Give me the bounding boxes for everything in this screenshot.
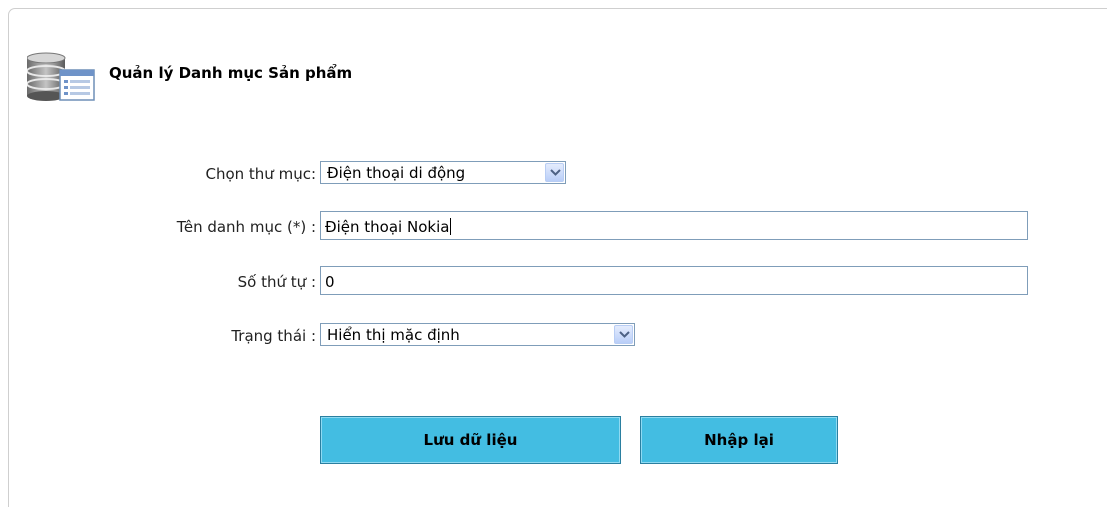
reset-button[interactable]: Nhập lại (640, 416, 838, 464)
category-name-input[interactable]: Điện thoại Nokia (320, 211, 1028, 240)
folder-select-value: Điện thoại di động (327, 164, 466, 182)
status-select-value: Hiển thị mặc định (327, 326, 460, 344)
category-name-row: Tên danh mục (*) : Điện thoại Nokia (0, 208, 1107, 240)
chevron-down-icon[interactable] (545, 163, 564, 182)
status-select[interactable]: Hiển thị mặc định (320, 323, 635, 346)
order-label: Số thứ tự : (237, 273, 316, 291)
folder-row: Chọn thư mục: Điện thoại di động (0, 158, 1107, 188)
text-caret (450, 218, 452, 235)
folder-label: Chọn thư mục: (205, 165, 316, 183)
folder-select[interactable]: Điện thoại di động (320, 161, 566, 184)
order-value: 0 (325, 273, 335, 291)
page-title: Quản lý Danh mục Sản phẩm (109, 64, 353, 82)
database-list-icon (27, 52, 95, 101)
save-button[interactable]: Lưu dữ liệu (320, 416, 621, 464)
chevron-down-icon[interactable] (614, 325, 633, 344)
status-label: Trạng thái : (231, 327, 316, 345)
page-header: Quản lý Danh mục Sản phẩm (27, 52, 527, 104)
category-name-label: Tên danh mục (*) : (176, 218, 316, 236)
order-row: Số thứ tự : 0 (0, 263, 1107, 295)
order-input[interactable]: 0 (320, 266, 1028, 295)
status-row: Trạng thái : Hiển thị mặc định (0, 320, 1107, 350)
category-name-value: Điện thoại Nokia (325, 218, 450, 236)
